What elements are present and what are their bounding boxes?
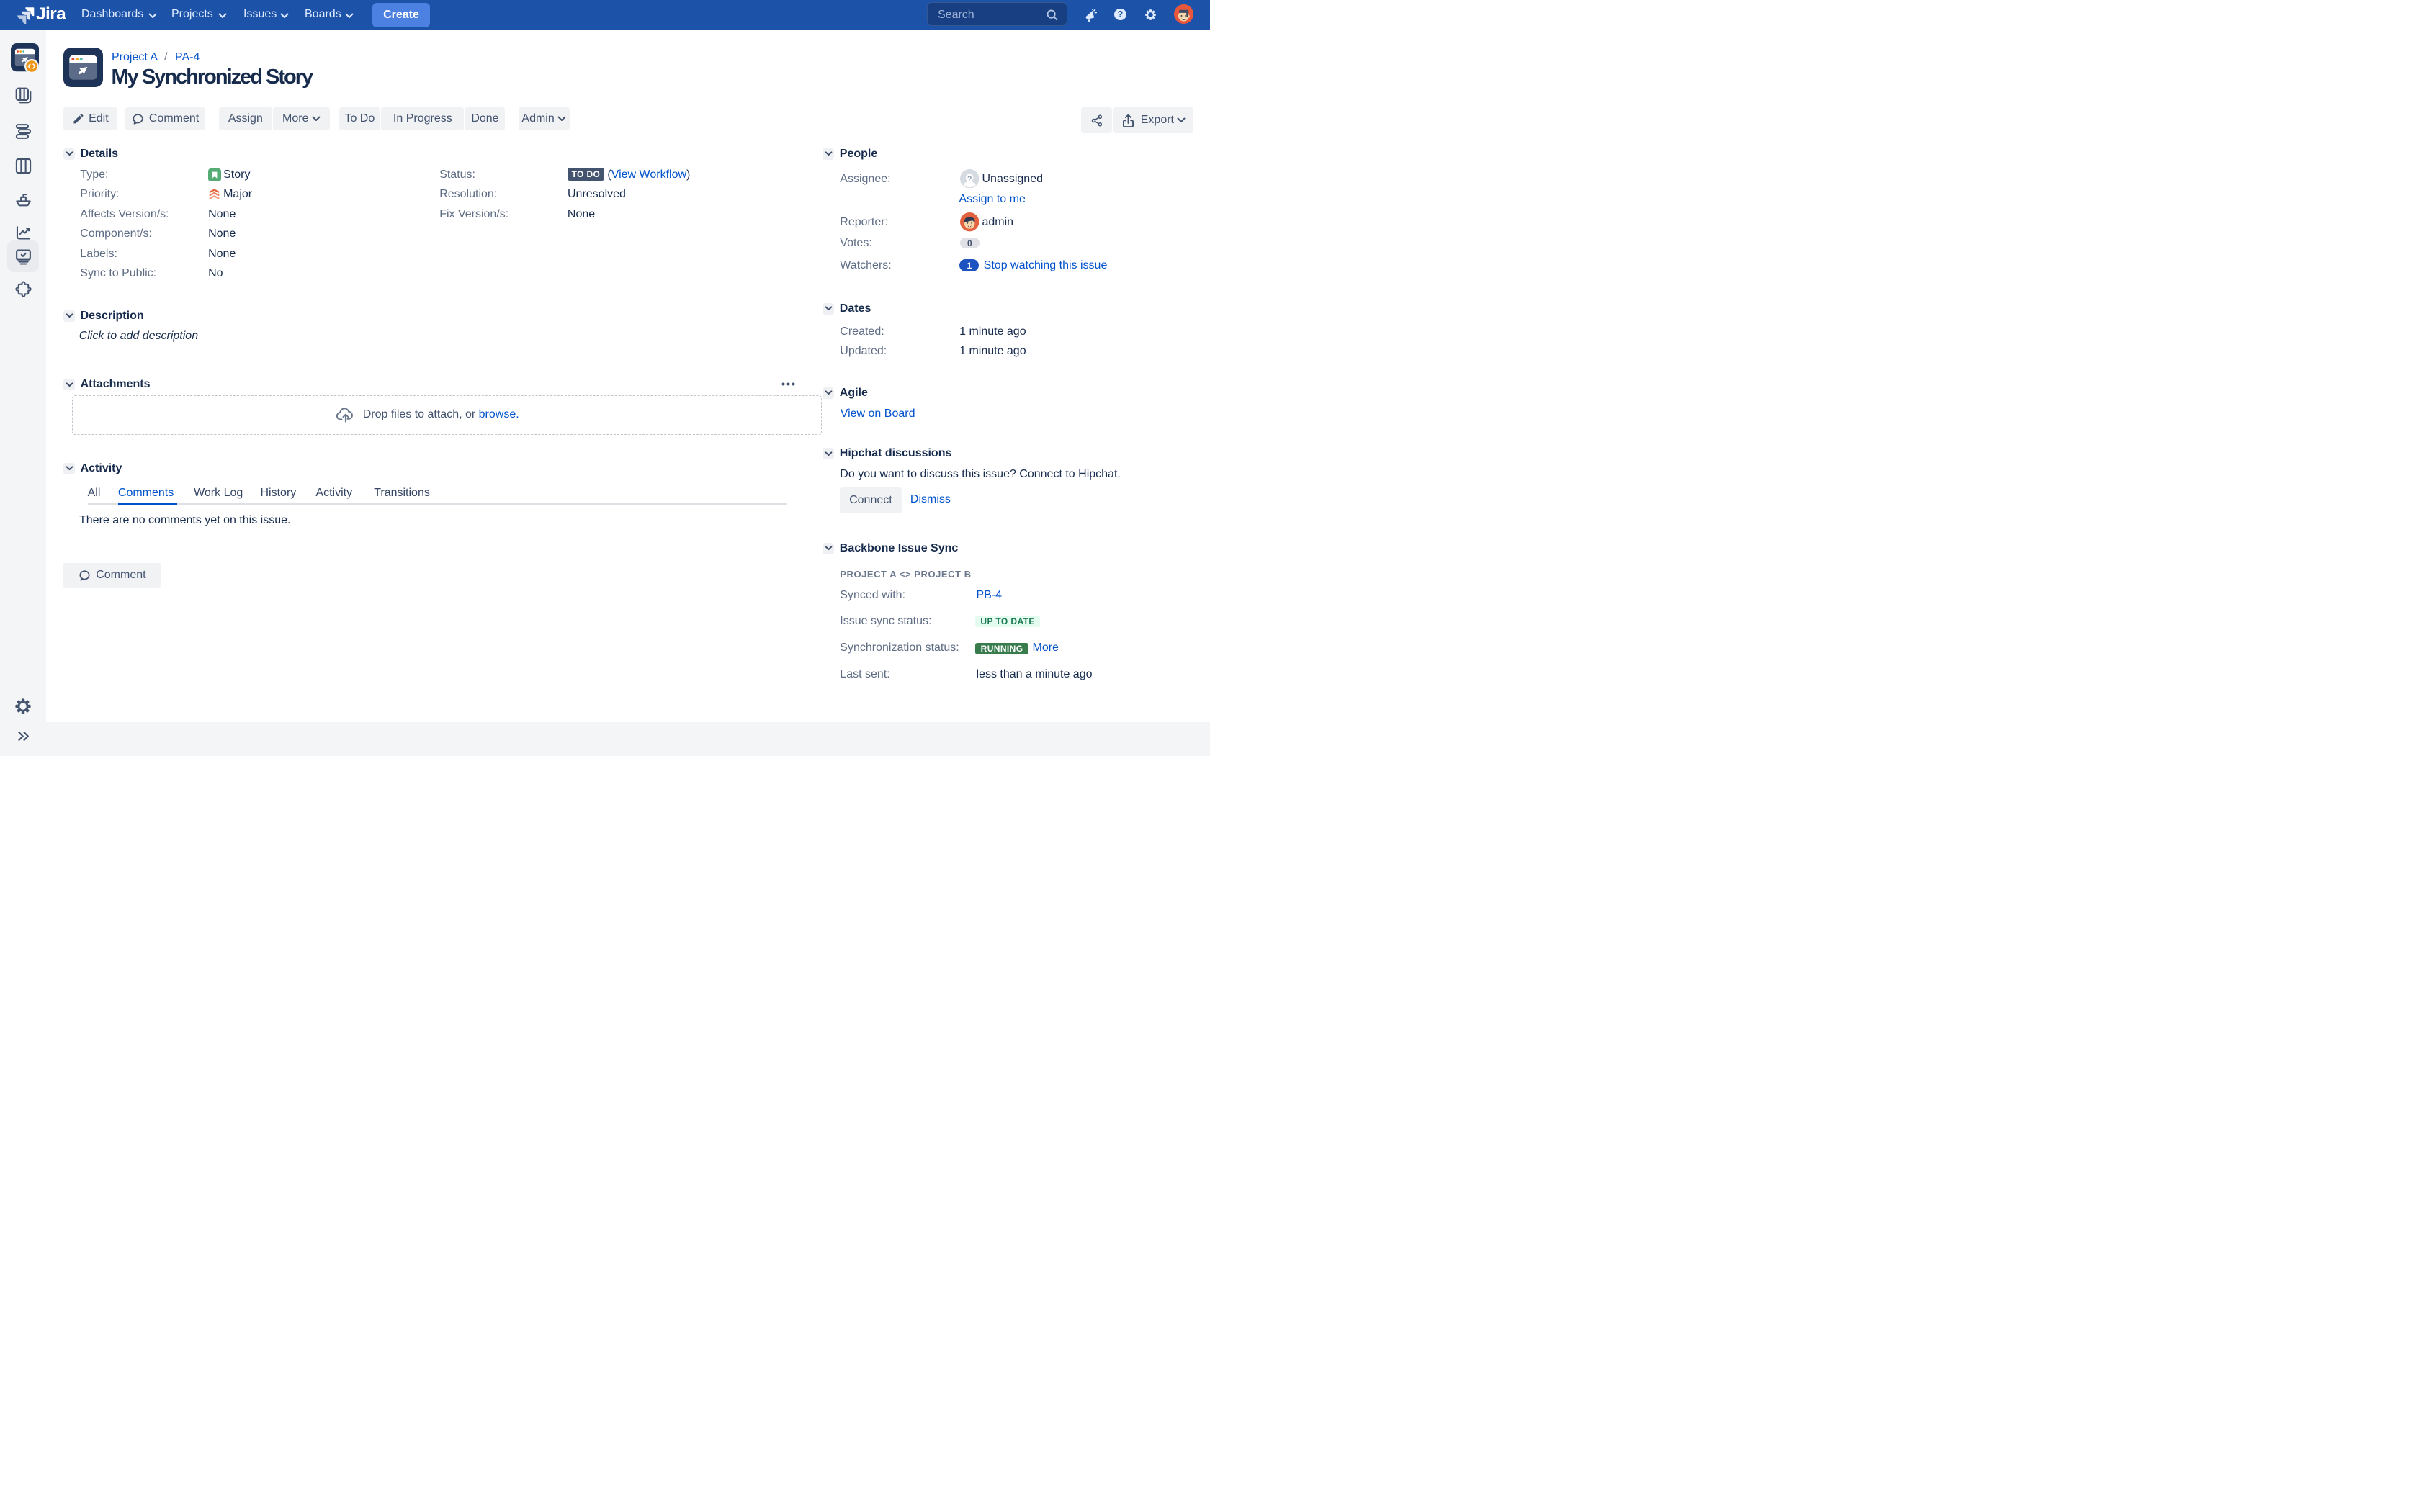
- svg-text:?: ?: [967, 175, 972, 184]
